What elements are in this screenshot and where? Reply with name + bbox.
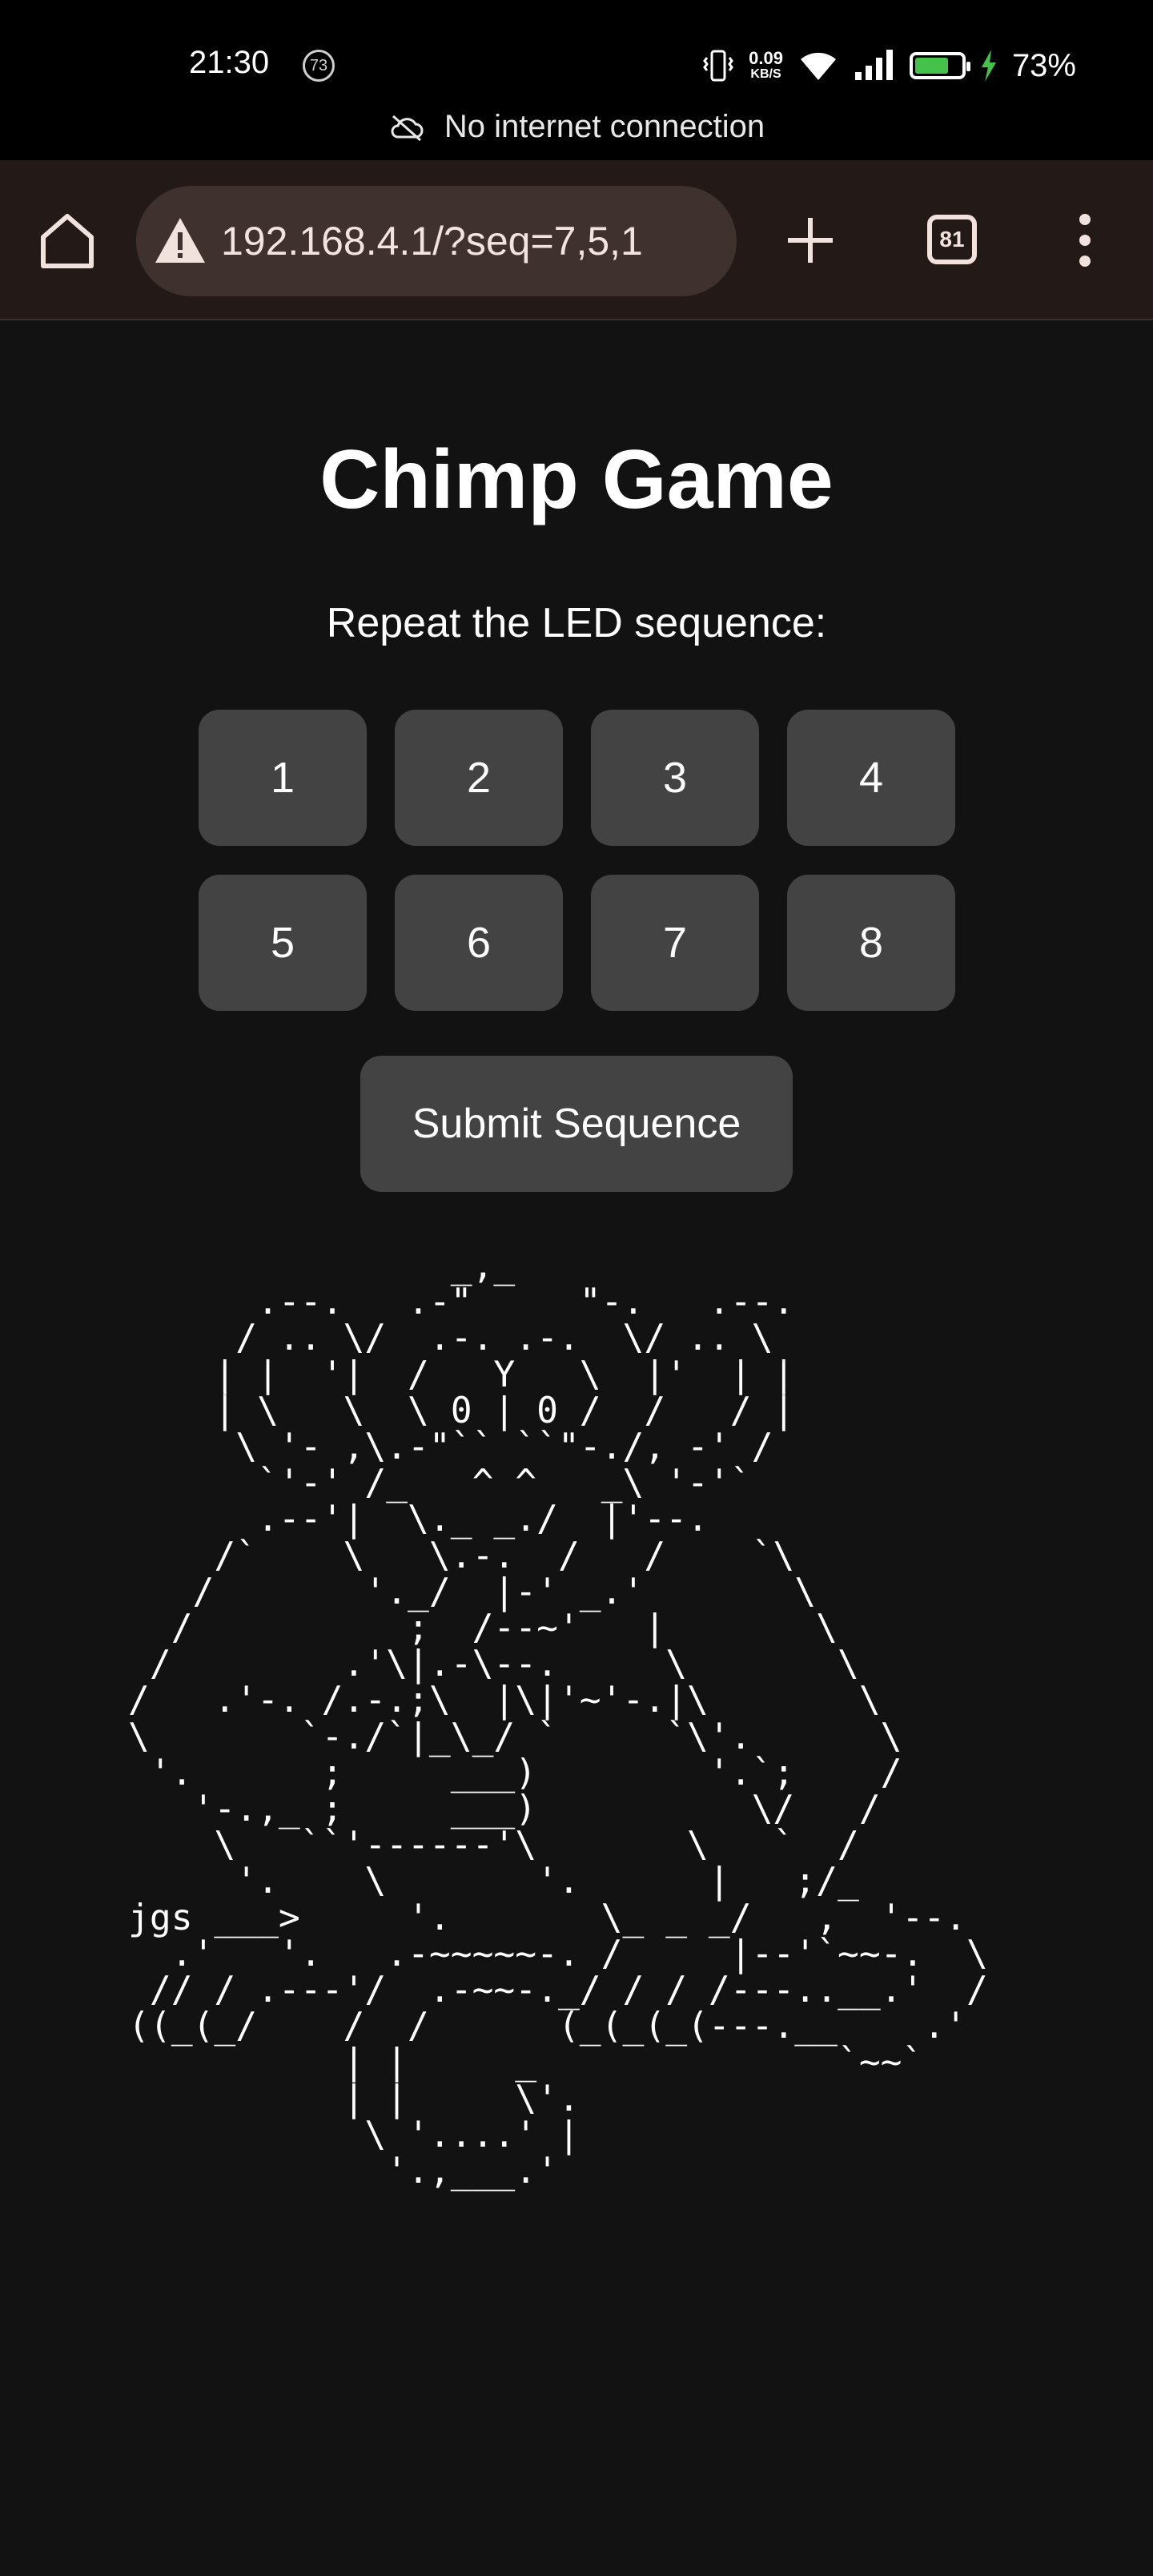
- led-button-5[interactable]: 5: [199, 875, 367, 1011]
- led-button-4[interactable]: 4: [787, 710, 955, 846]
- wifi-icon: [800, 52, 836, 80]
- url-text[interactable]: 192.168.4.1/?seq=7,5,1: [221, 218, 643, 264]
- tab-switcher-button[interactable]: 81: [927, 215, 977, 264]
- chimp-ascii-art: _,_ .--. .-" "-. .--. / .. \/ .-. .-. \/…: [128, 1245, 988, 2192]
- led-button-grid: 1 2 3 4 5 6 7 8: [199, 710, 955, 1011]
- led-button-1[interactable]: 1: [199, 710, 367, 846]
- led-button-2[interactable]: 2: [395, 710, 563, 846]
- offline-banner: No internet connection: [0, 109, 1153, 145]
- cloud-off-icon: [391, 115, 424, 141]
- vibrate-icon: [703, 50, 733, 82]
- led-button-6[interactable]: 6: [395, 875, 563, 1011]
- notification-badge-icon: 73: [303, 50, 335, 82]
- battery-percent: 73%: [1011, 47, 1076, 83]
- submit-sequence-button[interactable]: Submit Sequence: [360, 1056, 793, 1192]
- network-speed: 0.09 KB/S: [749, 50, 783, 82]
- new-tab-plus-icon[interactable]: [781, 211, 839, 269]
- status-indicators: 0.09 KB/S 73%: [702, 42, 1076, 90]
- led-button-3[interactable]: 3: [591, 710, 759, 846]
- led-button-7[interactable]: 7: [591, 875, 759, 1011]
- url-bar[interactable]: 192.168.4.1/?seq=7,5,1: [136, 186, 737, 296]
- status-time: 21:30: [189, 45, 270, 80]
- warning-icon[interactable]: [152, 213, 208, 269]
- page-title: Chimp Game: [319, 433, 834, 526]
- battery-icon: [909, 52, 970, 79]
- network-speed-value: 0.09: [749, 48, 783, 68]
- browser-toolbar: 192.168.4.1/?seq=7,5,1: [0, 160, 1153, 320]
- instruction-text: Repeat the LED sequence:: [326, 600, 827, 646]
- status-bar: 21:30 73 0.09 KB/S 73% No internet conne…: [0, 0, 1153, 160]
- signal-icon: [854, 50, 893, 80]
- charging-bolt-icon: [981, 50, 996, 82]
- more-vert-icon[interactable]: [1065, 208, 1105, 272]
- led-button-8[interactable]: 8: [787, 875, 955, 1011]
- offline-message: No internet connection: [444, 109, 765, 144]
- battery-level-fill: [914, 58, 948, 74]
- home-icon[interactable]: [35, 208, 99, 272]
- network-speed-unit: KB/S: [750, 67, 781, 81]
